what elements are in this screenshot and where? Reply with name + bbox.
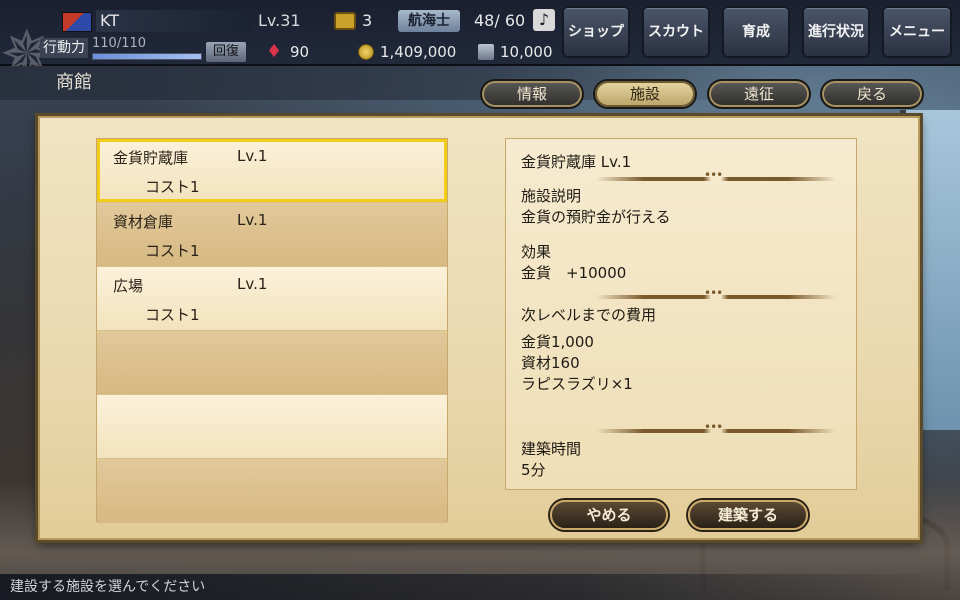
action-points-value: 110/110 — [92, 36, 147, 51]
gold-coin-icon — [358, 44, 374, 60]
facility-row-material-warehouse[interactable]: 資材倉庫 Lv.1 コスト1 — [97, 203, 447, 267]
music-note-icon[interactable]: ♪ — [533, 9, 555, 31]
action-points-bar-fill — [93, 54, 201, 59]
cancel-button[interactable]: やめる — [550, 500, 668, 530]
facility-row-plaza[interactable]: 広場 Lv.1 コスト1 — [97, 267, 447, 331]
facility-name: 資材倉庫 — [113, 213, 174, 231]
facility-cost: コスト1 — [145, 178, 200, 196]
detail-description-heading: 施設説明 — [521, 187, 582, 205]
facility-level: Lv.1 — [237, 275, 268, 293]
tab-expedition[interactable]: 遠征 — [707, 79, 811, 109]
facility-name: 広場 — [113, 277, 144, 295]
facility-list: 金貨貯蔵庫 Lv.1 コスト1 資材倉庫 Lv.1 コスト1 広場 Lv.1 コ… — [96, 138, 448, 523]
facility-cost: コスト1 — [145, 306, 200, 324]
progress-button[interactable]: 進行状況 — [802, 6, 870, 58]
facility-row-empty — [97, 331, 447, 395]
player-name: KT — [96, 10, 251, 32]
treasure-chest-icon — [334, 12, 356, 30]
tab-facilities[interactable]: 施設 — [593, 79, 697, 109]
facility-detail: 金貨貯蔵庫 Lv.1 施設説明 金貨の預貯金が行える 効果 金貨 +10000 … — [505, 138, 857, 490]
nation-flag-icon — [62, 12, 92, 32]
tab-back[interactable]: 戻る — [820, 79, 924, 109]
facility-level: Lv.1 — [237, 147, 268, 165]
menu-button[interactable]: メニュー — [882, 6, 952, 58]
detail-cost-lapis: ラピスラズリ×1 — [521, 375, 633, 393]
page-title: 商館 — [56, 72, 92, 93]
detail-cost-material: 資材160 — [521, 354, 580, 372]
detail-title: 金貨貯蔵庫 Lv.1 — [521, 153, 632, 171]
player-level: Lv.31 — [258, 11, 301, 30]
ornament-divider — [596, 168, 836, 182]
detail-effect-heading: 効果 — [521, 243, 552, 261]
shop-button[interactable]: ショップ — [562, 6, 630, 58]
detail-time-heading: 建築時間 — [521, 440, 582, 458]
facility-cost: コスト1 — [145, 242, 200, 260]
detail-cost-gold: 金貨1,000 — [521, 333, 594, 351]
train-button[interactable]: 育成 — [722, 6, 790, 58]
crew-count: 48/ 60 — [474, 11, 526, 30]
scout-button[interactable]: スカウト — [642, 6, 710, 58]
recover-button[interactable]: 回復 — [206, 42, 246, 62]
material-icon — [478, 44, 494, 60]
ornament-divider — [596, 286, 836, 300]
gem-count: 90 — [290, 43, 310, 61]
ornament-divider — [596, 420, 836, 434]
detail-effect: 金貨 +10000 — [521, 264, 627, 282]
coin-count: 1,409,000 — [380, 43, 457, 61]
action-points-label: 行動力 — [40, 38, 88, 58]
detail-description: 金貨の預貯金が行える — [521, 208, 671, 226]
detail-cost-heading: 次レベルまでの費用 — [521, 306, 657, 324]
material-count: 10,000 — [500, 43, 553, 61]
rank-badge: 航海士 — [398, 10, 460, 32]
facility-row-empty — [97, 395, 447, 459]
facility-name: 金貨貯蔵庫 — [113, 149, 189, 167]
facility-row-gold-vault[interactable]: 金貨貯蔵庫 Lv.1 コスト1 — [97, 139, 447, 203]
ruby-gem-icon: ♦ — [266, 41, 283, 62]
facility-row-empty — [97, 459, 447, 523]
tab-info[interactable]: 情報 — [480, 79, 584, 109]
action-points-bar — [92, 53, 202, 60]
detail-time: 5分 — [521, 461, 546, 479]
chest-count: 3 — [362, 11, 373, 30]
facility-level: Lv.1 — [237, 211, 268, 229]
build-button[interactable]: 建築する — [688, 500, 808, 530]
status-message: 建設する施設を選んでください — [10, 579, 206, 595]
